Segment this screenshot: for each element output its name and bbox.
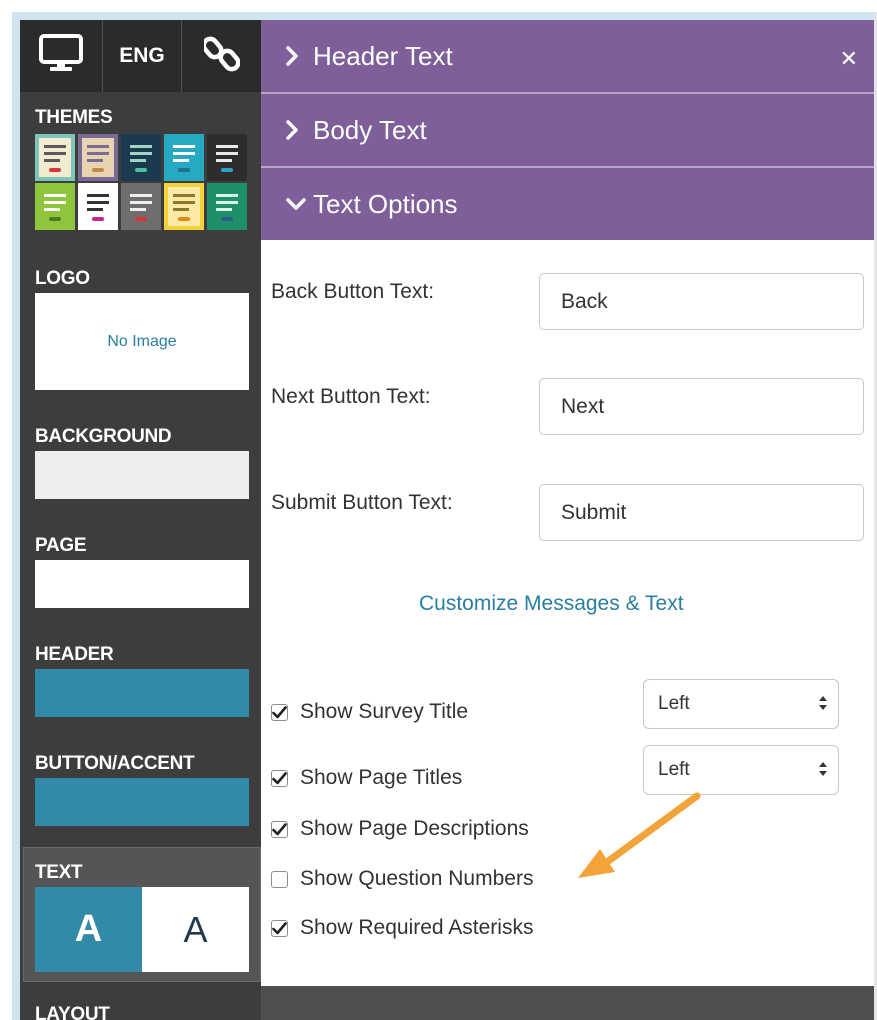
annotation-arrow-icon (578, 792, 701, 878)
